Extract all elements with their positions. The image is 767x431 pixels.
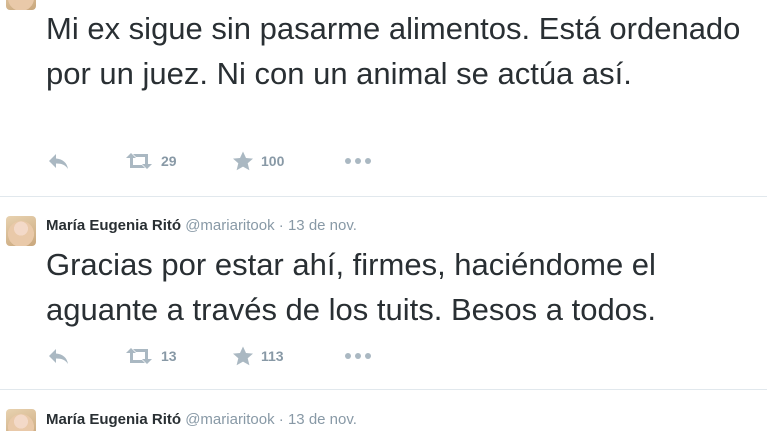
star-icon xyxy=(233,346,253,366)
header-separator: · xyxy=(278,411,284,428)
reply-icon xyxy=(49,154,68,169)
favorite-button[interactable]: 100 xyxy=(232,150,284,172)
header-separator: · xyxy=(278,217,284,234)
tweet[interactable]: María Eugenia Ritó @mariaritook · 13 de … xyxy=(0,197,767,389)
retweet-icon xyxy=(126,153,152,169)
avatar[interactable] xyxy=(6,409,36,431)
author-name[interactable]: María Eugenia Ritó xyxy=(46,217,181,234)
avatar[interactable] xyxy=(6,216,36,246)
author-handle[interactable]: @mariaritook xyxy=(185,411,274,428)
tweet[interactable]: María Eugenia Ritó @mariaritook · 13 de … xyxy=(0,390,767,431)
tweet-date[interactable]: 13 de nov. xyxy=(288,411,357,428)
tweet-date[interactable]: 13 de nov. xyxy=(288,217,357,234)
more-icon xyxy=(345,158,371,164)
retweet-icon xyxy=(126,348,152,364)
star-icon xyxy=(233,151,253,171)
avatar[interactable] xyxy=(6,0,36,10)
tweet-header: María Eugenia Ritó @mariaritook · 13 de … xyxy=(46,409,357,431)
retweet-count: 29 xyxy=(161,153,177,169)
author-handle[interactable]: @mariaritook xyxy=(185,217,274,234)
more-button[interactable] xyxy=(344,345,372,367)
favorite-button[interactable]: 113 xyxy=(232,345,284,367)
tweet[interactable]: Mi ex sigue sin pasarme alimentos. Está … xyxy=(0,0,767,196)
more-button[interactable] xyxy=(344,150,372,172)
author-name[interactable]: María Eugenia Ritó xyxy=(46,411,181,428)
reply-button[interactable] xyxy=(46,150,72,172)
retweet-button[interactable]: 13 xyxy=(124,345,177,367)
reply-button[interactable] xyxy=(46,345,72,367)
more-icon xyxy=(345,353,371,359)
retweet-count: 13 xyxy=(161,348,177,364)
retweet-button[interactable]: 29 xyxy=(124,150,177,172)
favorite-count: 100 xyxy=(261,153,285,169)
tweet-header: María Eugenia Ritó @mariaritook · 13 de … xyxy=(46,215,357,237)
favorite-count: 113 xyxy=(261,348,284,364)
tweet-text: Mi ex sigue sin pasarme alimentos. Está … xyxy=(46,11,741,91)
tweet-text: Gracias por estar ahí, firmes, haciéndom… xyxy=(46,247,657,327)
reply-icon xyxy=(49,349,68,364)
